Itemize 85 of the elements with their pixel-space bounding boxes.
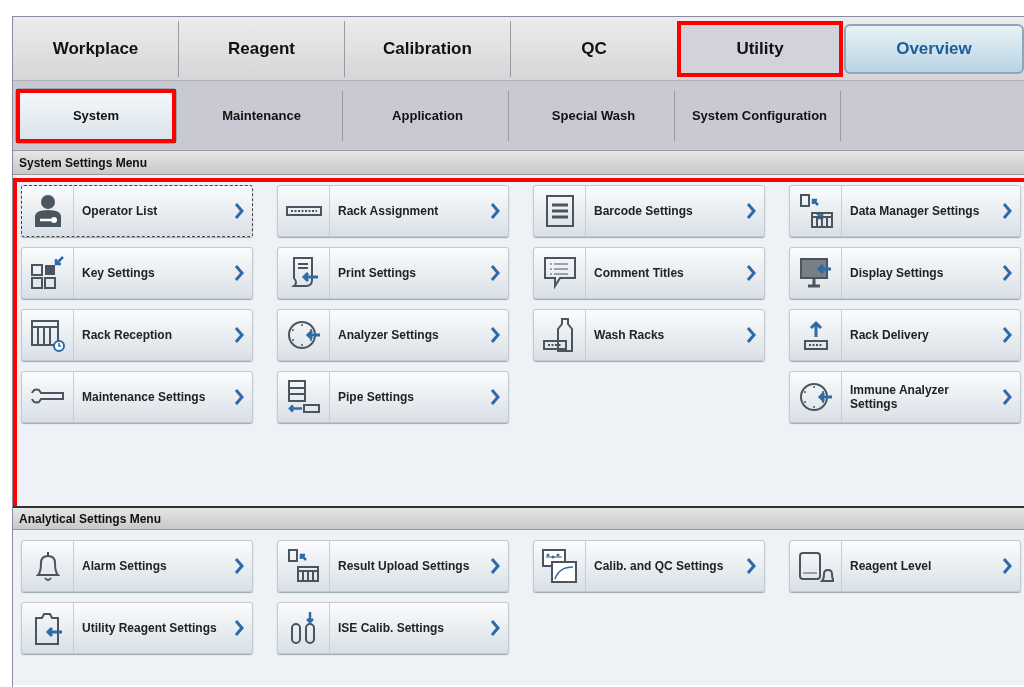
button-label: Immune Analyzer Settings bbox=[849, 383, 950, 411]
chevron-right-icon bbox=[234, 619, 244, 637]
chevron-right-icon bbox=[490, 326, 500, 344]
button-label: Rack Reception bbox=[81, 328, 174, 342]
button-label: Barcode Settings bbox=[593, 204, 694, 218]
button-label: Data Manager Settings bbox=[849, 204, 981, 218]
speech-bubble-icon bbox=[541, 255, 578, 291]
button-label: Rack Delivery bbox=[849, 328, 930, 342]
menu-button[interactable]: Utility Reagent Settings bbox=[21, 602, 253, 654]
menu-button[interactable]: Operator List bbox=[21, 185, 253, 237]
section-header: Analytical Settings Menu bbox=[13, 506, 1024, 530]
menu-button[interactable]: Comment Titles bbox=[533, 247, 765, 299]
key-grid-icon bbox=[29, 255, 66, 291]
chevron-right-icon bbox=[490, 264, 500, 282]
pipe-icon bbox=[285, 379, 322, 415]
button-label: Display Settings bbox=[849, 266, 945, 280]
main-tab[interactable]: QC bbox=[511, 20, 677, 77]
button-label: Analyzer Settings bbox=[337, 328, 440, 342]
menu-button[interactable]: Analyzer Settings bbox=[277, 309, 509, 361]
sub-tab[interactable]: System bbox=[15, 87, 177, 144]
chart-documents-icon bbox=[541, 548, 578, 584]
sub-tab[interactable]: Special Wash bbox=[513, 90, 675, 141]
chevron-right-icon bbox=[746, 326, 756, 344]
main-tab[interactable]: Utility bbox=[677, 20, 843, 77]
rack-table-icon bbox=[29, 317, 66, 353]
chevron-right-icon bbox=[234, 388, 244, 406]
chevron-right-icon bbox=[234, 264, 244, 282]
menu-button[interactable]: Rack Reception bbox=[21, 309, 253, 361]
menu-button[interactable]: Wash Racks bbox=[533, 309, 765, 361]
sub-tab[interactable]: Application bbox=[347, 90, 509, 141]
chevron-right-icon bbox=[490, 619, 500, 637]
chevron-right-icon bbox=[1002, 388, 1012, 406]
button-label: Calib. and QC Settings bbox=[593, 559, 725, 573]
menu-button[interactable]: ISE Calib. Settings bbox=[277, 602, 509, 654]
menu-button[interactable]: Display Settings bbox=[789, 247, 1021, 299]
chevron-right-icon bbox=[746, 557, 756, 575]
menu-button[interactable]: Key Settings bbox=[21, 247, 253, 299]
button-label: Reagent Level bbox=[849, 559, 933, 573]
button-label: Maintenance Settings bbox=[81, 390, 207, 404]
main-tab[interactable]: Calibration bbox=[345, 20, 511, 77]
button-label: Utility Reagent Settings bbox=[81, 621, 218, 635]
chevron-right-icon bbox=[1002, 326, 1012, 344]
button-label: Print Settings bbox=[337, 266, 417, 280]
button-label: ISE Calib. Settings bbox=[337, 621, 446, 635]
button-label: Pipe Settings bbox=[337, 390, 415, 404]
menu-button[interactable]: Barcode Settings bbox=[533, 185, 765, 237]
menu-button[interactable]: Immune Analyzer Settings bbox=[789, 371, 1021, 423]
menu-button[interactable]: Result Upload Settings bbox=[277, 540, 509, 592]
chevron-right-icon bbox=[234, 557, 244, 575]
chevron-right-icon bbox=[234, 202, 244, 220]
chevron-right-icon bbox=[1002, 202, 1012, 220]
button-label: Comment Titles bbox=[593, 266, 685, 280]
chevron-right-icon bbox=[1002, 264, 1012, 282]
menu-button[interactable]: Alarm Settings bbox=[21, 540, 253, 592]
button-label: Key Settings bbox=[81, 266, 156, 280]
main-tab[interactable]: Workplace bbox=[13, 20, 179, 77]
menu-button[interactable]: Calib. and QC Settings bbox=[533, 540, 765, 592]
sub-tab[interactable]: System Configuration bbox=[679, 90, 841, 141]
chevron-right-icon bbox=[490, 557, 500, 575]
button-label: Result Upload Settings bbox=[337, 559, 471, 573]
menu-button[interactable]: Reagent Level bbox=[789, 540, 1021, 592]
button-label: Rack Assignment bbox=[337, 204, 440, 218]
menu-button[interactable]: Rack Delivery bbox=[789, 309, 1021, 361]
chevron-right-icon bbox=[746, 202, 756, 220]
rack-icon bbox=[285, 206, 322, 216]
chevron-right-icon bbox=[1002, 557, 1012, 575]
menu-button[interactable]: Print Settings bbox=[277, 247, 509, 299]
data-transfer-icon bbox=[797, 193, 834, 229]
menu-button[interactable]: Data Manager Settings bbox=[789, 185, 1021, 237]
monitor-icon bbox=[797, 255, 834, 291]
section-header: System Settings Menu bbox=[13, 151, 1024, 175]
main-tab[interactable]: Reagent bbox=[179, 20, 345, 77]
menu-button[interactable]: Pipe Settings bbox=[277, 371, 509, 423]
overview-button[interactable]: Overview bbox=[844, 23, 1024, 74]
chevron-right-icon bbox=[490, 202, 500, 220]
menu-button[interactable]: Maintenance Settings bbox=[21, 371, 253, 423]
chevron-right-icon bbox=[490, 388, 500, 406]
button-label: Wash Racks bbox=[593, 328, 666, 342]
sub-tab[interactable]: Maintenance bbox=[181, 90, 343, 141]
menu-button[interactable]: Rack Assignment bbox=[277, 185, 509, 237]
chevron-right-icon bbox=[234, 326, 244, 344]
button-label: Alarm Settings bbox=[81, 559, 168, 573]
chevron-right-icon bbox=[746, 264, 756, 282]
button-label: Operator List bbox=[81, 204, 159, 218]
data-upload-icon bbox=[285, 548, 322, 584]
